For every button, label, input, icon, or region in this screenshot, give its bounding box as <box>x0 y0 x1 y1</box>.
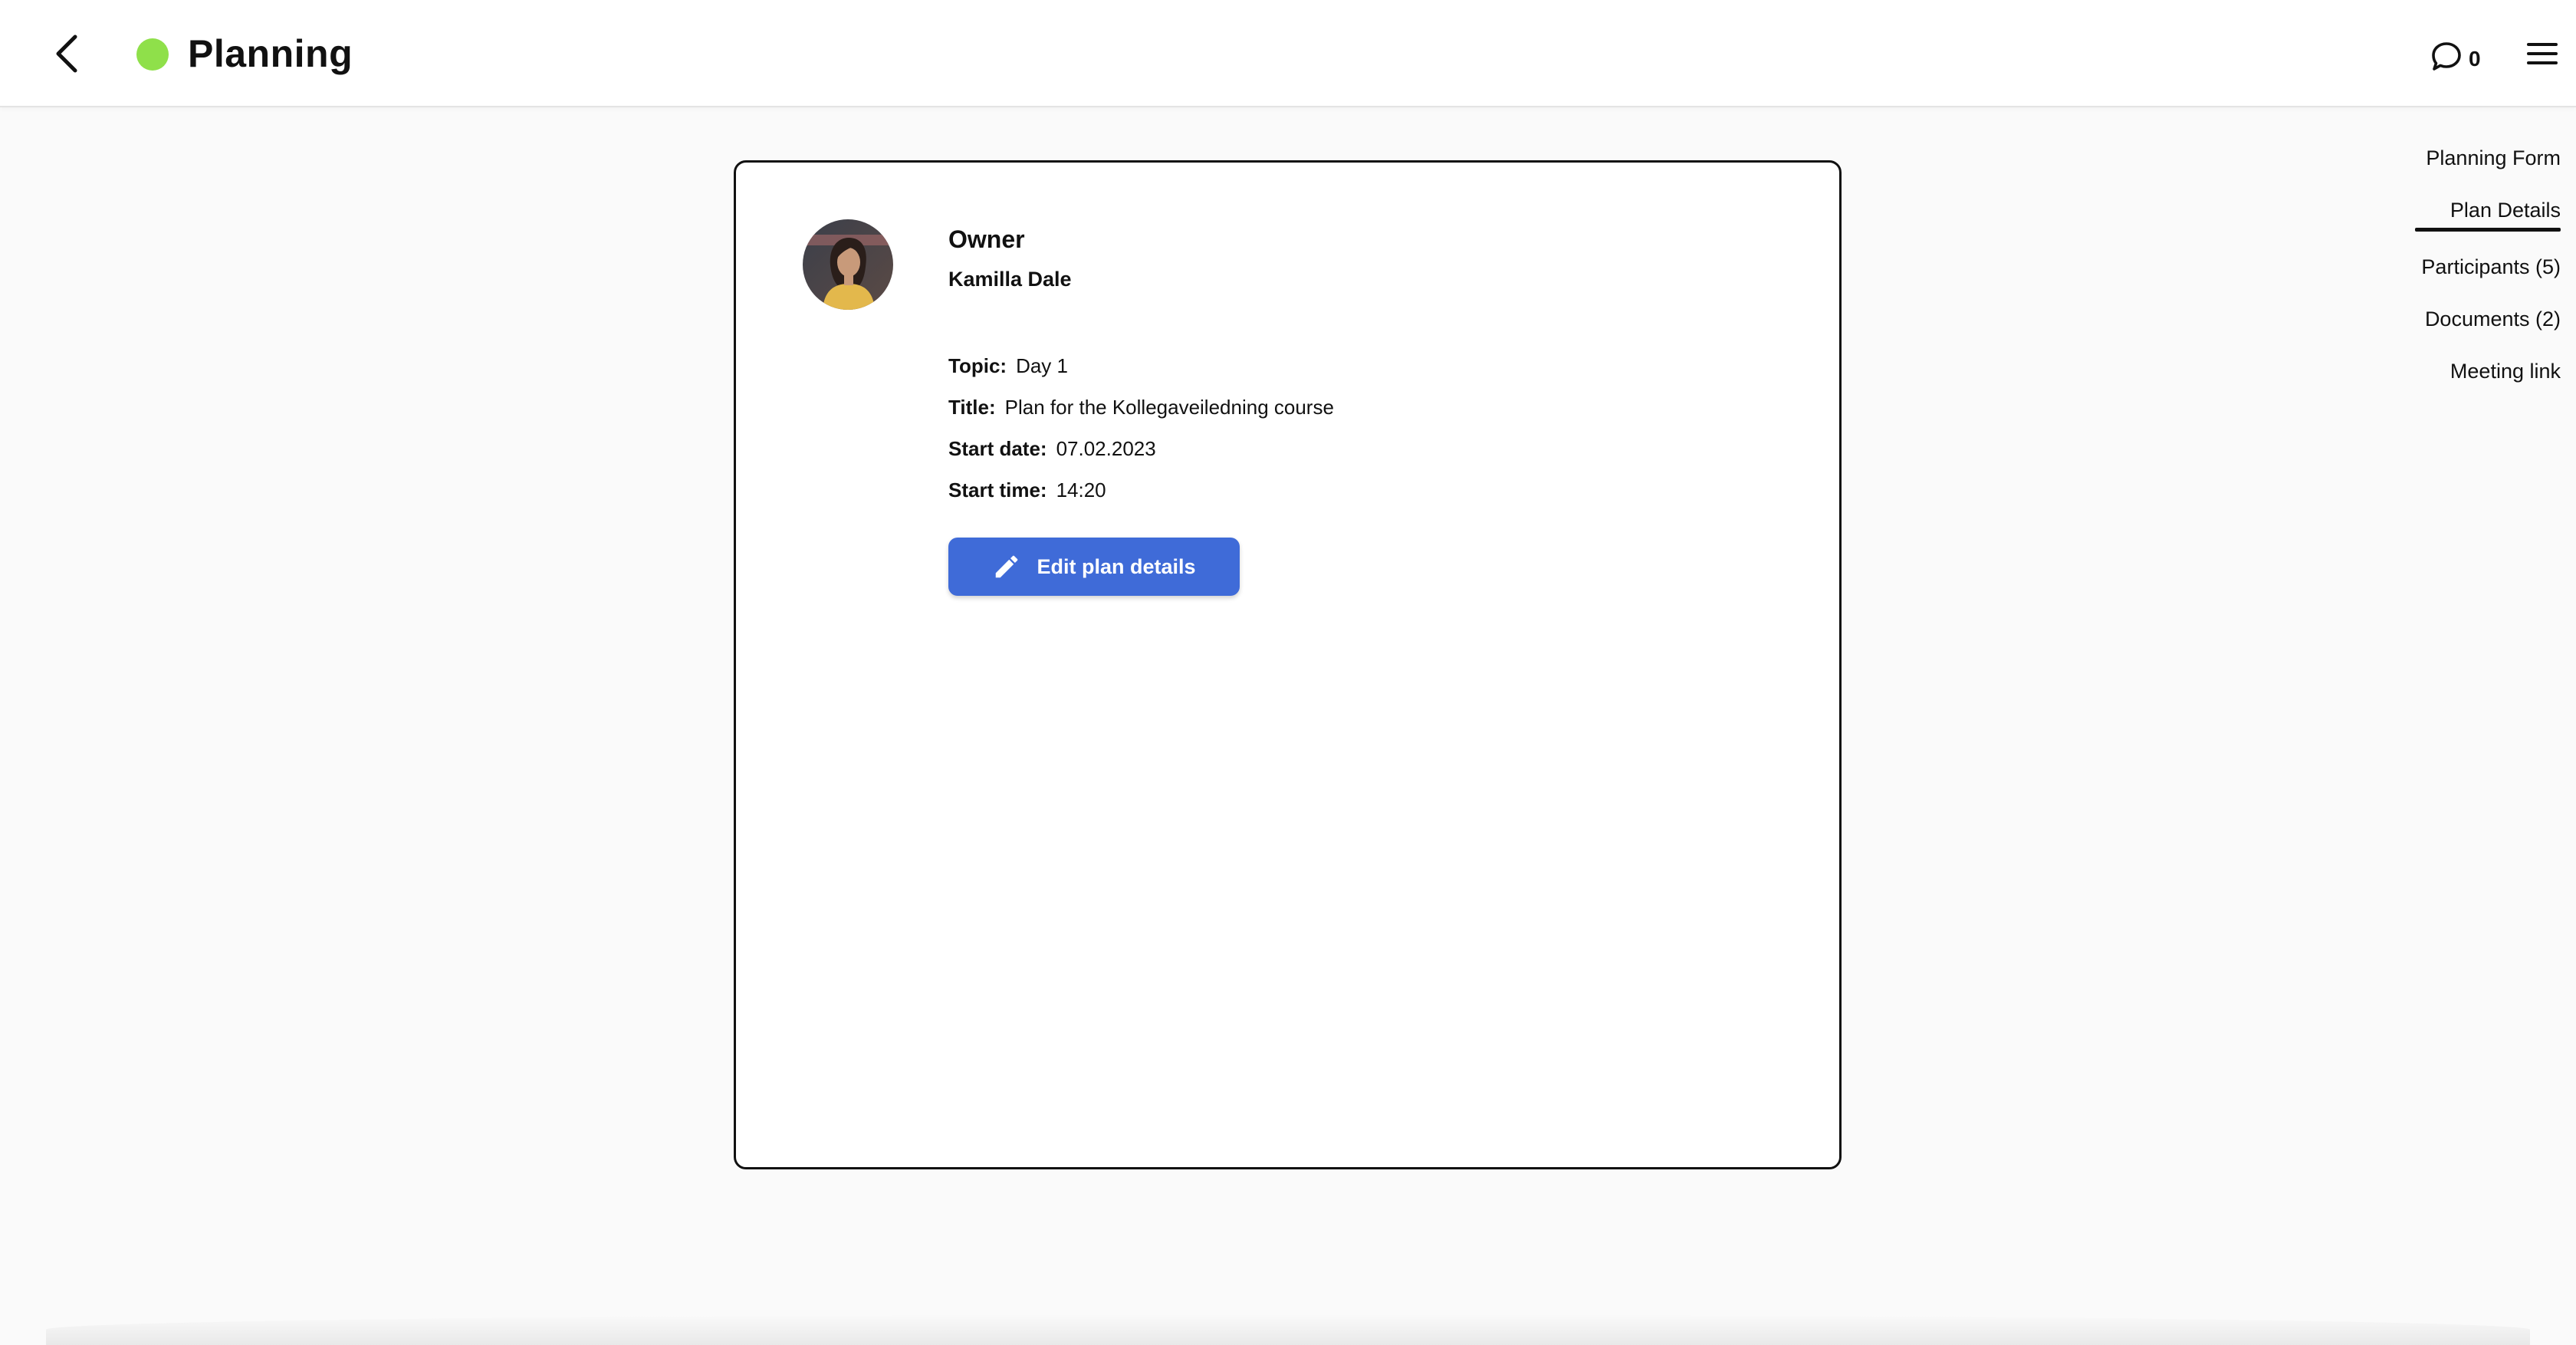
detail-title: Title: Plan for the Kollegaveiledning cou… <box>948 393 1334 434</box>
menu-line <box>2527 43 2558 46</box>
chevron-left-icon <box>56 35 77 73</box>
top-bar: Planning 0 <box>0 0 2576 107</box>
nav-plan-details[interactable]: Plan Details <box>2414 195 2561 232</box>
nav-planning-form[interactable]: Planning Form <box>2426 143 2561 173</box>
detail-value: 14:20 <box>1056 478 1106 501</box>
owner-avatar <box>803 219 893 310</box>
detail-label: Topic: <box>948 354 1007 377</box>
detail-value: Plan for the Kollegaveiledning course <box>1004 396 1334 419</box>
status-indicator <box>136 38 169 71</box>
detail-label: Title: <box>948 396 996 419</box>
page-title: Planning <box>188 32 353 75</box>
nav-meeting-link[interactable]: Meeting link <box>2450 356 2561 386</box>
chat-bubble-icon <box>2432 42 2461 71</box>
bottom-shadow <box>46 1314 2530 1345</box>
edit-button-label: Edit plan details <box>1037 554 1196 578</box>
edit-plan-details-button[interactable]: Edit plan details <box>948 538 1240 596</box>
menu-line <box>2527 61 2558 64</box>
detail-label: Start time: <box>948 478 1047 501</box>
nav-participants[interactable]: Participants (5) <box>2421 252 2561 282</box>
detail-label: Start date: <box>948 437 1047 460</box>
plan-details-card: Owner Kamilla Dale Topic: Day 1 Title: Pla… <box>734 160 1842 1169</box>
detail-start-date: Start date: 07.02.2023 <box>948 434 1334 475</box>
pencil-icon <box>996 555 1018 578</box>
menu-line <box>2527 52 2558 55</box>
detail-value: 07.02.2023 <box>1056 437 1156 460</box>
detail-start-time: Start time: 14:20 <box>948 475 1334 517</box>
menu-button[interactable] <box>2527 43 2558 67</box>
comments-button[interactable]: 0 <box>2430 37 2481 77</box>
owner-label: Owner <box>948 225 1025 253</box>
back-button[interactable] <box>46 31 89 77</box>
owner-name: Kamilla Dale <box>948 268 1072 291</box>
detail-topic: Topic: Day 1 <box>948 351 1334 393</box>
comments-count: 0 <box>2469 47 2481 71</box>
detail-value: Day 1 <box>1016 354 1068 377</box>
avatar-image <box>803 219 893 310</box>
nav-documents[interactable]: Documents (2) <box>2425 304 2561 334</box>
section-nav: Planning Form Plan Details Participants … <box>2285 143 2561 408</box>
plan-details-list: Topic: Day 1 Title: Plan for the Kollegave… <box>948 351 1334 517</box>
